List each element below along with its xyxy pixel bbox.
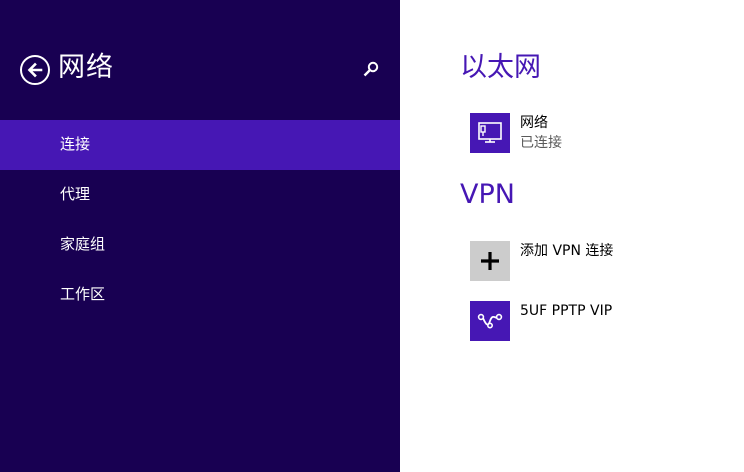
- vpn-connection-name: 5UF PPTP VIP: [520, 303, 613, 319]
- add-vpn-tile: [470, 241, 510, 281]
- nav-item-homegroup[interactable]: 家庭组: [0, 220, 400, 270]
- ethernet-connection-status: 已连接: [520, 135, 562, 151]
- vpn-section-title: VPN: [460, 179, 515, 210]
- plus-icon: [481, 252, 499, 270]
- main-content: 以太网 网络 已连接 VPN 添加 VPN 连接 5UF PPTP VIP: [400, 0, 744, 472]
- nav-item-label: 家庭组: [60, 235, 106, 253]
- settings-nav: 连接 代理 家庭组 工作区: [0, 120, 400, 320]
- nav-item-connections[interactable]: 连接: [0, 120, 400, 170]
- sidebar: 网络 连接 代理 家庭组 工作区: [0, 0, 400, 472]
- ethernet-connection-name: 网络: [520, 115, 548, 131]
- nav-item-label: 代理: [60, 185, 91, 203]
- search-icon: [363, 61, 379, 77]
- back-arrow-icon: [27, 62, 43, 78]
- vpn-icon: [477, 313, 503, 329]
- ethernet-section-title: 以太网: [460, 52, 541, 83]
- ethernet-tile: [470, 113, 510, 153]
- nav-item-label: 连接: [60, 135, 91, 153]
- back-button[interactable]: [20, 55, 50, 85]
- page-title: 网络: [58, 52, 114, 83]
- nav-item-workplace[interactable]: 工作区: [0, 270, 400, 320]
- ethernet-connection-item[interactable]: 网络 已连接: [470, 113, 730, 155]
- vpn-tile: [470, 301, 510, 341]
- add-vpn-label: 添加 VPN 连接: [520, 243, 614, 259]
- nav-item-label: 工作区: [60, 285, 106, 303]
- search-button[interactable]: [360, 58, 382, 80]
- vpn-connection-item[interactable]: 5UF PPTP VIP: [470, 301, 730, 343]
- ethernet-icon: [478, 122, 502, 143]
- nav-item-proxy[interactable]: 代理: [0, 170, 400, 220]
- add-vpn-connection-button[interactable]: 添加 VPN 连接: [470, 241, 730, 283]
